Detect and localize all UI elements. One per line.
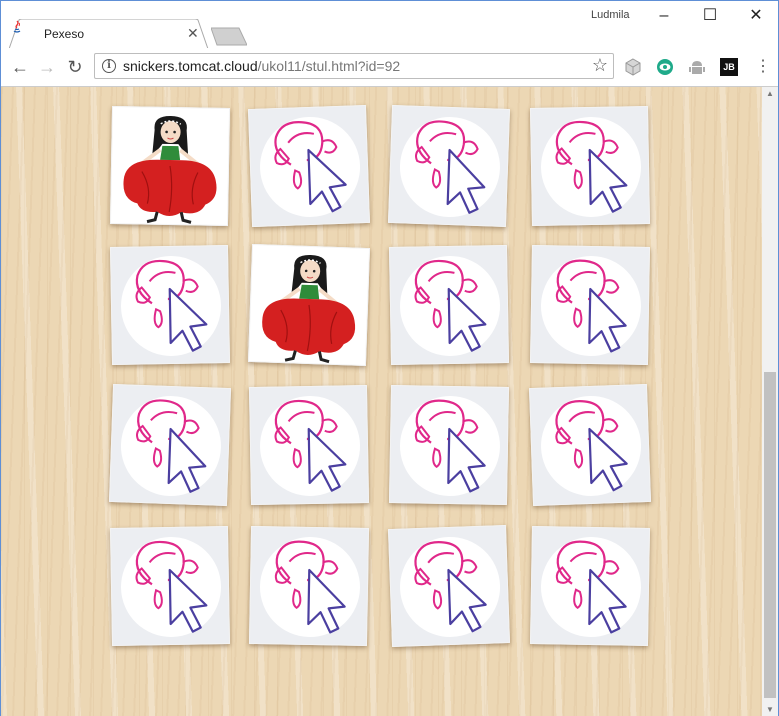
card-face-down[interactable] [248, 384, 370, 506]
card-face-down[interactable] [108, 383, 232, 507]
java-icon [13, 20, 21, 33]
card-face-down[interactable] [388, 384, 510, 506]
card-back-logo [555, 259, 627, 353]
android-icon[interactable] [688, 58, 706, 76]
scroll-up-icon[interactable]: ▲ [766, 89, 774, 98]
card-face-down[interactable] [248, 525, 370, 647]
url-text[interactable]: snickers.tomcat.cloud/ukol11/stul.html?i… [123, 58, 400, 74]
card-back-logo [274, 121, 347, 213]
forward-icon[interactable]: → [36, 56, 58, 78]
card-face-down[interactable] [387, 524, 511, 648]
card-face-down[interactable] [529, 244, 651, 366]
eye-icon[interactable] [656, 58, 674, 76]
info-icon[interactable]: i [102, 59, 116, 73]
card-back-logo [555, 400, 628, 492]
card-back-logo [555, 540, 627, 634]
bookmark-star-icon[interactable]: ☆ [592, 55, 608, 76]
card-face-down[interactable] [109, 244, 231, 366]
card-back-logo [135, 259, 208, 352]
url-path: /ukol11/stul.html?id=92 [257, 58, 401, 74]
maximize-icon[interactable]: ☐ [695, 5, 725, 27]
card-face-down[interactable] [528, 383, 652, 507]
browser-window: Pexeso ✕ Ludmila – ☐ ✕ ← → ↻ i snickers.… [0, 0, 779, 716]
tab-title: Pexeso [44, 27, 85, 41]
card-face-down[interactable] [529, 525, 651, 647]
tab-close-icon[interactable]: ✕ [187, 25, 199, 42]
card-face-down[interactable] [388, 244, 510, 366]
card-back-logo [555, 120, 628, 213]
new-tab-button[interactable] [211, 26, 247, 46]
reload-icon[interactable]: ↻ [64, 56, 86, 78]
card-back-logo [415, 120, 486, 214]
profile-name[interactable]: Ludmila [591, 9, 630, 21]
minimize-icon[interactable]: – [649, 5, 679, 27]
card-face-down[interactable] [109, 525, 231, 647]
card-face-down[interactable] [529, 105, 651, 227]
pexeso-board [1, 87, 762, 716]
girl-picture-icon [262, 255, 356, 364]
scroll-thumb[interactable] [764, 372, 776, 698]
close-window-icon[interactable]: ✕ [741, 5, 771, 27]
card-back-logo [414, 399, 486, 493]
card-face-up[interactable] [247, 243, 371, 367]
scroll-down-icon[interactable]: ▼ [766, 705, 774, 714]
cube-icon[interactable] [624, 58, 642, 76]
back-icon[interactable]: ← [9, 56, 31, 78]
card-face-down[interactable] [247, 104, 371, 228]
tab-shape [9, 19, 209, 49]
card-back-logo [136, 399, 207, 493]
girl-picture-icon [123, 116, 217, 224]
tab-pexeso[interactable]: Pexeso ✕ [9, 19, 209, 49]
card-back-logo [414, 541, 487, 633]
url-host: snickers.tomcat.cloud [123, 58, 258, 74]
vertical-scrollbar[interactable]: ▲ ▼ [762, 87, 778, 716]
card-back-logo [274, 399, 347, 492]
address-bar[interactable]: i snickers.tomcat.cloud/ukol11/stul.html… [94, 53, 614, 79]
menu-icon[interactable]: ⋮ [755, 56, 771, 78]
browser-toolbar: ← → ↻ i snickers.tomcat.cloud/ukol11/stu… [1, 48, 778, 87]
jb-icon[interactable]: JB [720, 58, 738, 76]
card-back-logo [135, 540, 208, 633]
card-back-logo [274, 540, 346, 634]
card-back-logo [414, 259, 487, 352]
card-face-up[interactable] [109, 105, 231, 227]
title-bar: Pexeso ✕ Ludmila – ☐ ✕ [1, 1, 778, 49]
card-face-down[interactable] [387, 104, 511, 228]
